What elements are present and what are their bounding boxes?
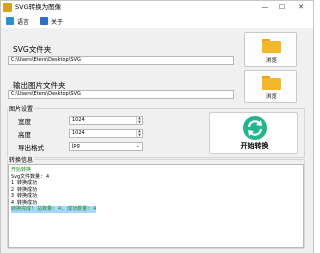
main-content: SVG文件夹 C:\Users\Eters\Desktop\SVG 浏览 输出图… bbox=[1, 28, 313, 253]
folder-icon bbox=[262, 39, 281, 53]
window-title: SVG转换为图像 bbox=[15, 3, 62, 11]
start-convert-label: 开始转换 bbox=[240, 142, 269, 150]
width-label: 宽度 bbox=[18, 118, 31, 126]
conversion-info-title: 转换信息 bbox=[8, 155, 35, 164]
menu-about-label: 关于 bbox=[51, 18, 64, 26]
spin-arrows-icon[interactable]: ▲ ▼ bbox=[136, 116, 142, 124]
width-spinbox[interactable]: 1024 ▲ ▼ bbox=[69, 116, 143, 125]
log-output-textarea[interactable]: 开始转换 Svg文件数量: 4 1 转换成功 2 转换成功 3 转换成功 4 转… bbox=[8, 164, 304, 248]
title-bar: SVG转换为图像 — ☐ ✕ bbox=[1, 1, 313, 14]
main-window: SVG转换为图像 — ☐ ✕ 语言 关于 SVG文件夹 C:\Users\Ete… bbox=[0, 0, 314, 253]
log-line-selected: 转换完成! 总数量: 4, 成功数量: 4 bbox=[11, 206, 301, 213]
log-selection: 转换完成! 总数量: 4, 成功数量: 4 bbox=[11, 206, 97, 213]
menu-language[interactable]: 语言 bbox=[6, 16, 29, 26]
start-convert-button[interactable]: 开始转换 bbox=[209, 112, 298, 154]
format-value: jpg bbox=[72, 143, 80, 149]
height-label: 高度 bbox=[18, 131, 31, 139]
app-icon bbox=[3, 3, 12, 12]
language-icon bbox=[6, 17, 14, 25]
menu-bar: 语言 关于 bbox=[1, 14, 313, 28]
about-icon bbox=[40, 17, 48, 25]
close-button[interactable]: ✕ bbox=[295, 1, 307, 14]
output-folder-path-input[interactable]: C:\Users\Eters\Desktop\SVG bbox=[8, 90, 234, 99]
chevron-down-icon: ⌄ bbox=[135, 143, 140, 149]
folder-icon bbox=[262, 76, 281, 90]
format-label: 导出格式 bbox=[18, 144, 44, 152]
svg-folder-browse-label: 浏览 bbox=[265, 58, 277, 64]
menu-about[interactable]: 关于 bbox=[40, 16, 63, 26]
minimize-button[interactable]: — bbox=[259, 1, 271, 14]
svg-folder-browse-button[interactable]: 浏览 bbox=[244, 32, 297, 67]
height-value: 1024 bbox=[72, 130, 85, 136]
svg-folder-label: SVG文件夹 bbox=[13, 45, 52, 54]
image-settings-title: 图片设置 bbox=[8, 104, 35, 113]
output-folder-browse-label: 浏览 bbox=[265, 94, 277, 100]
menu-language-label: 语言 bbox=[17, 18, 30, 26]
height-spinbox[interactable]: 1024 ▲ ▼ bbox=[69, 129, 143, 138]
width-value: 1024 bbox=[72, 117, 85, 123]
format-select[interactable]: jpg ⌄ bbox=[69, 142, 143, 151]
maximize-button[interactable]: ☐ bbox=[276, 1, 288, 14]
spin-arrows-icon[interactable]: ▲ ▼ bbox=[136, 129, 142, 137]
refresh-arrows-icon bbox=[243, 116, 267, 140]
svg-folder-path-input[interactable]: C:\Users\Eters\Desktop\SVG bbox=[8, 56, 234, 65]
output-folder-browse-button[interactable]: 浏览 bbox=[244, 70, 297, 103]
